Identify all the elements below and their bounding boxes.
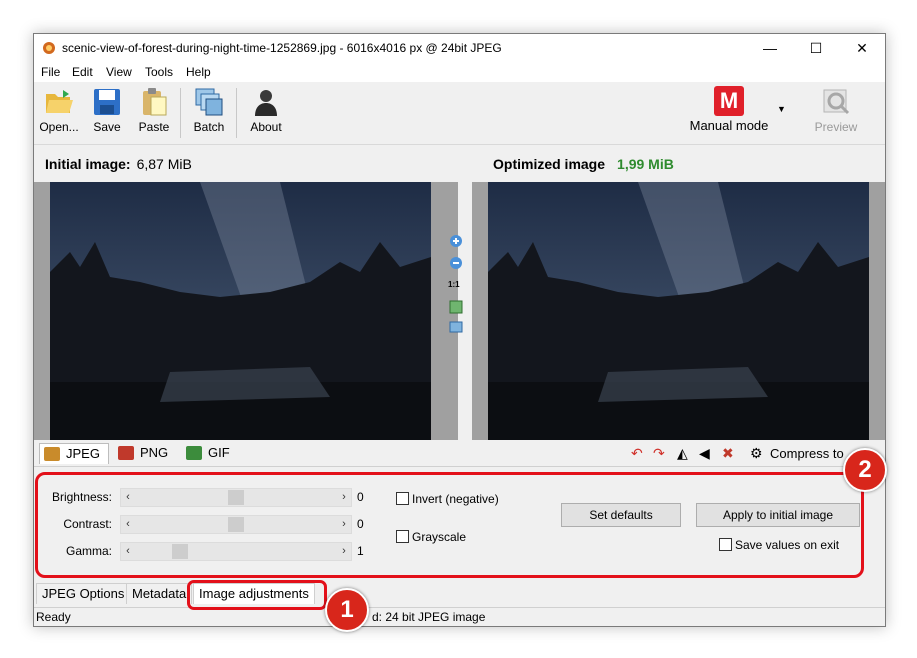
maximize-button[interactable]: ☐ (793, 34, 839, 62)
menu-tools[interactable]: Tools (145, 65, 173, 79)
tab-png-label: PNG (140, 445, 169, 460)
initial-size: 6,87 MiB (136, 156, 192, 172)
save-button[interactable]: Save (89, 86, 125, 140)
status-bar: Ready d: 24 bit JPEG image (34, 607, 885, 626)
toolbar-separator (236, 88, 237, 138)
jpeg-icon (44, 447, 60, 461)
clipboard-icon (143, 88, 167, 116)
initial-label: Initial image: (45, 156, 131, 172)
status-ready: Ready (36, 610, 71, 624)
window-title: scenic-view-of-forest-during-night-time-… (62, 41, 502, 55)
optimized-label: Optimized image (493, 156, 606, 172)
preview-label: Preview (814, 120, 858, 134)
minimize-button[interactable]: — (747, 34, 793, 62)
menu-view[interactable]: View (106, 65, 132, 79)
gif-icon (186, 446, 202, 460)
fit-to-window-icon[interactable] (449, 300, 463, 314)
open-label: Open... (39, 120, 79, 134)
toolbar-separator (180, 88, 181, 138)
options-tab-bar: JPEG Options Metadata Image adjustments (34, 581, 885, 605)
menu-edit[interactable]: Edit (72, 65, 93, 79)
batch-label: Batch (193, 120, 225, 134)
app-icon (43, 42, 55, 54)
batch-images-icon (195, 88, 223, 116)
badge-2: 2 (843, 448, 887, 492)
tab-jpeg-options[interactable]: JPEG Options (36, 583, 131, 604)
tab-jpeg[interactable]: JPEG (39, 443, 109, 464)
save-label: Save (93, 120, 121, 134)
zoom-in-icon[interactable] (449, 234, 463, 248)
format-tab-bar: JPEG PNG GIF ↶ ↷ ◭ ◀ ✖ ⚙ Compress to (34, 441, 885, 465)
toolbar: Open... Save Paste Batch About M Manual … (34, 82, 885, 145)
about-button[interactable]: About (246, 86, 286, 140)
menu-help[interactable]: Help (186, 65, 211, 79)
optimized-size: 1,99 MiB (617, 156, 674, 172)
badge-1: 1 (325, 588, 369, 632)
compress-to-button[interactable]: Compress to (770, 446, 844, 461)
optimized-image-panel[interactable] (472, 182, 885, 440)
status-image-info: d: 24 bit JPEG image (372, 610, 486, 624)
zoom-one-to-one-button[interactable]: 1:1 (448, 280, 460, 289)
highlight-box-tab (187, 580, 327, 610)
title-bar: scenic-view-of-forest-during-night-time-… (34, 34, 885, 62)
optimized-image-header: Optimized image 1,99 MiB (493, 156, 674, 172)
initial-image (50, 182, 431, 440)
menu-bar: File Edit View Tools Help (34, 62, 885, 82)
mode-label: Manual mode (689, 118, 769, 133)
mode-letter: M (719, 88, 739, 113)
sync-view-icon[interactable] (449, 320, 463, 334)
magnifier-preview-icon (823, 89, 850, 115)
compress-icon: ⚙ (750, 445, 763, 461)
open-button[interactable]: Open... (38, 86, 80, 140)
tab-jpeg-label: JPEG (66, 446, 100, 461)
rotate-left-icon[interactable]: ↶ (631, 445, 643, 462)
flip-horizontal-icon[interactable]: ◭ (677, 445, 688, 462)
manual-mode-icon: M (714, 86, 744, 116)
mode-button[interactable]: M Manual mode (684, 86, 774, 140)
batch-button[interactable]: Batch (189, 86, 229, 140)
optimized-image (488, 182, 869, 440)
tab-metadata[interactable]: Metadata (126, 583, 193, 604)
close-button[interactable]: ✕ (839, 34, 885, 62)
zoom-out-icon[interactable] (449, 256, 463, 270)
crop-icon[interactable]: ✖ (722, 445, 734, 462)
menu-file[interactable]: File (41, 65, 60, 79)
flip-vertical-icon[interactable]: ◀ (699, 445, 710, 462)
paste-label: Paste (138, 120, 170, 134)
tab-gif-label: GIF (208, 445, 230, 460)
rotate-right-icon[interactable]: ↷ (653, 445, 665, 462)
floppy-disk-icon (94, 89, 120, 115)
png-icon (118, 446, 134, 460)
initial-image-panel[interactable] (34, 182, 458, 440)
highlight-box-adjustments (35, 472, 864, 578)
initial-image-header: Initial image: 6,87 MiB (45, 156, 192, 172)
tab-png[interactable]: PNG (114, 443, 176, 463)
person-icon (255, 90, 277, 116)
tab-gif[interactable]: GIF (182, 443, 242, 463)
paste-button[interactable]: Paste (135, 86, 173, 140)
mode-dropdown-icon[interactable]: ▼ (777, 104, 786, 114)
preview-button[interactable]: Preview (811, 86, 861, 140)
about-label: About (250, 120, 282, 134)
folder-open-icon (46, 90, 73, 113)
